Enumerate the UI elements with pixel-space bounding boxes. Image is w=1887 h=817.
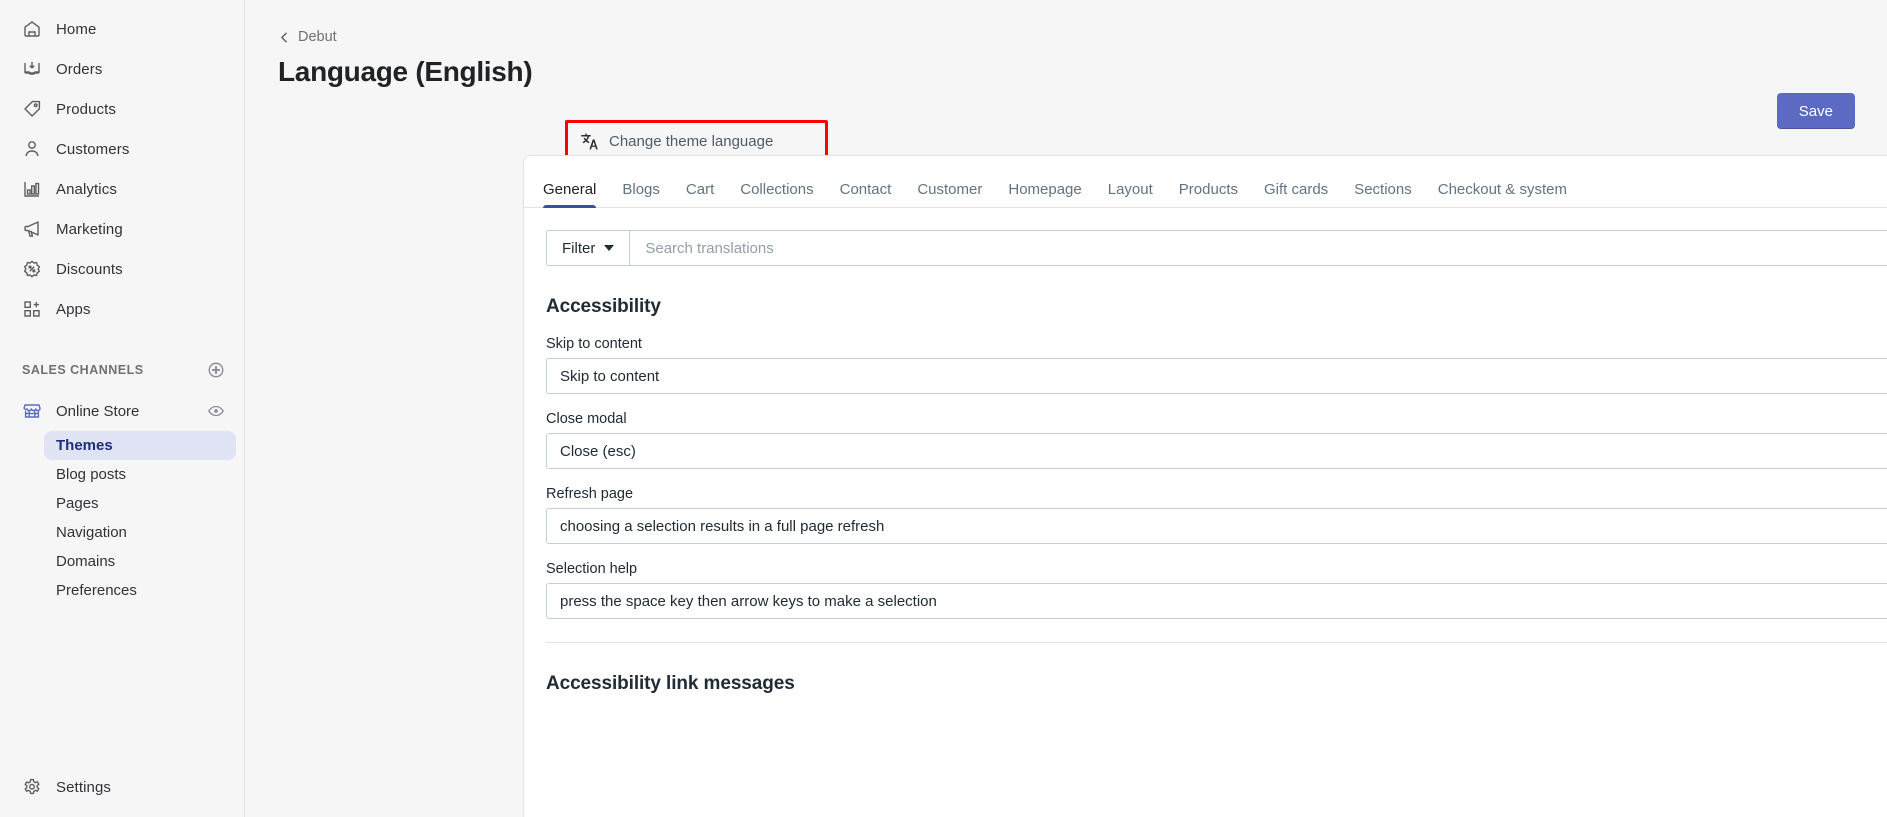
tab-collections[interactable]: Collections	[727, 156, 826, 208]
tab-contact[interactable]: Contact	[827, 156, 905, 208]
sidebar-item-label: Themes	[56, 437, 113, 454]
tab-checkout-system[interactable]: Checkout & system	[1425, 156, 1580, 208]
translate-icon	[580, 132, 599, 151]
add-circle-icon[interactable]	[206, 360, 226, 380]
eye-icon[interactable]	[206, 401, 226, 421]
sidebar-item-preferences[interactable]: Preferences	[44, 576, 236, 605]
sidebar-item-settings[interactable]: Settings	[8, 767, 236, 807]
sidebar-item-online-store[interactable]: Online Store	[8, 391, 236, 431]
field-refresh-page: Refresh page	[546, 486, 1887, 544]
field-label: Skip to content	[546, 336, 1887, 352]
filter-search-row: Filter	[546, 230, 1887, 266]
search-input[interactable]	[630, 230, 1887, 266]
sidebar-item-label: Discounts	[56, 261, 123, 278]
sidebar: Home Orders Products	[0, 0, 245, 817]
translations-card: General Blogs Cart Collections Contact C…	[523, 155, 1887, 817]
tab-bar: General Blogs Cart Collections Contact C…	[524, 156, 1887, 208]
customers-person-icon	[22, 139, 42, 159]
group-heading: Accessibility link messages	[546, 673, 1887, 695]
group-accessibility: Accessibility Skip to content Close moda…	[524, 296, 1887, 643]
group-accessibility-link-messages: Accessibility link messages	[524, 673, 1887, 695]
sidebar-item-label: Customers	[56, 141, 129, 158]
section-divider	[546, 642, 1887, 643]
sidebar-item-label: Marketing	[56, 221, 123, 238]
tab-blogs[interactable]: Blogs	[609, 156, 673, 208]
marketing-megaphone-icon	[22, 219, 42, 239]
gear-icon	[22, 777, 42, 797]
sidebar-item-label: Orders	[56, 61, 102, 78]
tab-cart[interactable]: Cart	[673, 156, 727, 208]
breadcrumb-label: Debut	[298, 29, 337, 45]
sales-channels-header: SALES CHANNELS	[8, 351, 236, 389]
sidebar-item-label: Online Store	[56, 403, 192, 420]
tab-layout[interactable]: Layout	[1095, 156, 1166, 208]
sales-channels-title: SALES CHANNELS	[22, 363, 144, 377]
sidebar-item-products[interactable]: Products	[8, 89, 236, 129]
sidebar-item-navigation[interactable]: Navigation	[44, 518, 236, 547]
sidebar-item-label: Settings	[56, 779, 111, 796]
breadcrumb[interactable]: Debut	[278, 29, 337, 45]
storefront-icon	[22, 401, 42, 421]
sidebar-item-domains[interactable]: Domains	[44, 547, 236, 576]
app-root: Home Orders Products	[0, 0, 1887, 817]
field-input[interactable]	[546, 433, 1887, 469]
sidebar-item-blog-posts[interactable]: Blog posts	[44, 460, 236, 489]
sidebar-item-analytics[interactable]: Analytics	[8, 169, 236, 209]
tab-homepage[interactable]: Homepage	[995, 156, 1094, 208]
sidebar-item-discounts[interactable]: Discounts	[8, 249, 236, 289]
page-title: Language (English)	[278, 56, 532, 88]
change-theme-language-label: Change theme language	[609, 133, 773, 150]
sidebar-item-label: Home	[56, 21, 96, 38]
sidebar-item-customers[interactable]: Customers	[8, 129, 236, 169]
sidebar-item-label: Pages	[56, 495, 99, 512]
field-label: Close modal	[546, 411, 1887, 427]
filter-button-label: Filter	[562, 240, 595, 257]
sidebar-item-apps[interactable]: Apps	[8, 289, 236, 329]
tab-customer[interactable]: Customer	[904, 156, 995, 208]
sidebar-item-label: Navigation	[56, 524, 127, 541]
filter-button[interactable]: Filter	[546, 230, 630, 266]
group-heading: Accessibility	[546, 296, 1887, 318]
apps-grid-plus-icon	[22, 299, 42, 319]
sidebar-item-label: Products	[56, 101, 116, 118]
field-label: Selection help	[546, 561, 1887, 577]
chevron-down-icon	[604, 245, 614, 251]
field-input[interactable]	[546, 583, 1887, 619]
discounts-percent-icon	[22, 259, 42, 279]
sidebar-item-label: Preferences	[56, 582, 137, 599]
field-skip-to-content: Skip to content	[546, 336, 1887, 394]
analytics-bar-chart-icon	[22, 179, 42, 199]
sidebar-item-themes[interactable]: Themes	[44, 431, 236, 460]
sidebar-item-pages[interactable]: Pages	[44, 489, 236, 518]
field-close-modal: Close modal	[546, 411, 1887, 469]
tab-general[interactable]: General	[530, 156, 609, 208]
sidebar-item-orders[interactable]: Orders	[8, 49, 236, 89]
sidebar-item-label: Blog posts	[56, 466, 126, 483]
chevron-left-icon	[278, 31, 291, 44]
sidebar-item-marketing[interactable]: Marketing	[8, 209, 236, 249]
home-icon	[22, 19, 42, 39]
sidebar-item-home[interactable]: Home	[8, 9, 236, 49]
products-tag-icon	[22, 99, 42, 119]
tab-gift-cards[interactable]: Gift cards	[1251, 156, 1341, 208]
save-button[interactable]: Save	[1777, 93, 1855, 129]
field-input[interactable]	[546, 358, 1887, 394]
orders-icon	[22, 59, 42, 79]
field-input[interactable]	[546, 508, 1887, 544]
sidebar-item-label: Analytics	[56, 181, 117, 198]
sidebar-item-label: Domains	[56, 553, 115, 570]
field-label: Refresh page	[546, 486, 1887, 502]
tab-products[interactable]: Products	[1166, 156, 1251, 208]
main-content: Debut Language (English) Change theme la…	[245, 0, 1887, 817]
tab-sections[interactable]: Sections	[1341, 156, 1425, 208]
field-selection-help: Selection help	[546, 561, 1887, 619]
sidebar-item-label: Apps	[56, 301, 91, 318]
